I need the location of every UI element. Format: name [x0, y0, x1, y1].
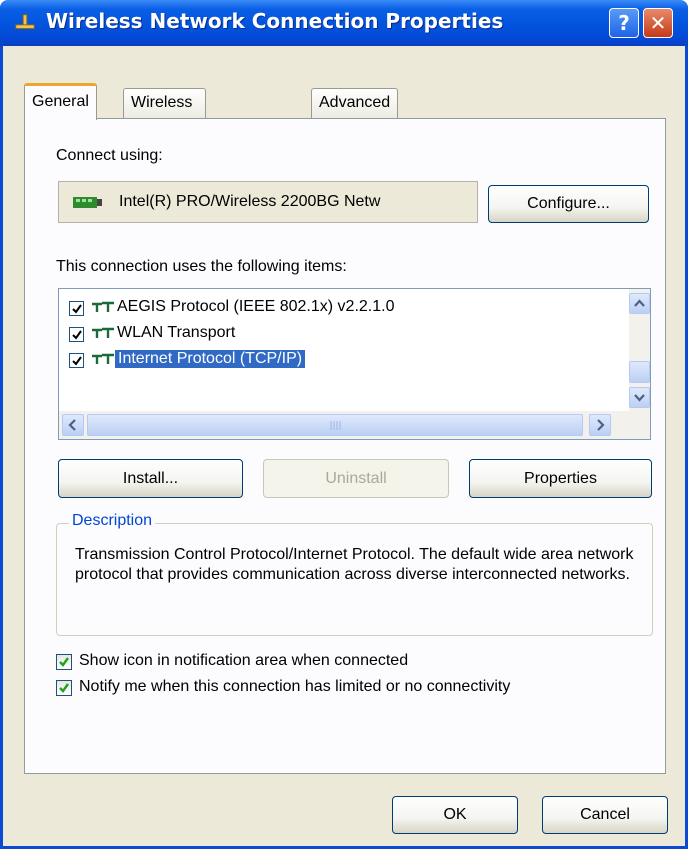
item-checkbox[interactable]	[69, 353, 84, 368]
chevron-down-icon	[634, 394, 645, 402]
configure-button[interactable]: Configure...	[488, 185, 649, 223]
properties-window: Wireless Network Connection Properties ?…	[0, 0, 688, 849]
notify-option[interactable]: Notify me when this connection has limit…	[56, 676, 656, 702]
vertical-scrollbar[interactable]	[629, 289, 650, 411]
item-label: Internet Protocol (TCP/IP)	[115, 350, 306, 368]
chevron-up-icon	[634, 299, 645, 307]
install-button[interactable]: Install...	[58, 459, 243, 498]
item-checkbox[interactable]	[69, 327, 84, 342]
list-item-selected[interactable]: Internet Protocol (TCP/IP)	[59, 348, 619, 374]
item-checkbox[interactable]	[69, 301, 84, 316]
list-item[interactable]: WLAN Transport	[59, 322, 619, 348]
list-item[interactable]: AEGIS Protocol (IEEE 802.1x) v2.2.1.0	[59, 296, 619, 322]
item-label: AEGIS Protocol (IEEE 802.1x) v2.2.1.0	[117, 298, 395, 315]
connect-using-label: Connect using:	[56, 147, 163, 164]
tab-wireless-networks[interactable]: Wireless Networks	[123, 88, 206, 139]
description-group: Description Transmission Control Protoco…	[56, 512, 653, 636]
scroll-right-button[interactable]	[589, 414, 611, 436]
scroll-up-button[interactable]	[629, 293, 650, 314]
horizontal-scrollbar[interactable]	[59, 411, 650, 439]
notify-label: Notify me when this connection has limit…	[79, 678, 511, 695]
cancel-button[interactable]: Cancel	[542, 796, 668, 834]
scroll-thumb-horizontal[interactable]	[87, 414, 583, 436]
window-title: Wireless Network Connection Properties	[46, 9, 504, 33]
description-text: Transmission Control Protocol/Internet P…	[75, 546, 634, 583]
network-protocol-icon	[92, 327, 114, 338]
scroll-down-button[interactable]	[629, 387, 650, 408]
grip-icon	[330, 421, 341, 430]
tab-advanced[interactable]: Advanced	[311, 88, 399, 118]
general-tab-panel: Connect using: Intel(R) PRO/Wireless 220…	[24, 118, 666, 774]
notify-checkbox[interactable]	[56, 680, 72, 696]
items-label: This connection uses the following items…	[56, 258, 347, 275]
items-listbox[interactable]: AEGIS Protocol (IEEE 802.1x) v2.2.1.0 WL…	[58, 288, 651, 440]
show-icon-label: Show icon in notification area when conn…	[79, 652, 409, 669]
title-bar[interactable]: Wireless Network Connection Properties ?…	[0, 0, 688, 46]
network-adapter-icon	[73, 197, 102, 208]
scroll-left-button[interactable]	[62, 414, 84, 436]
item-label: WLAN Transport	[117, 324, 236, 341]
ok-button[interactable]: OK	[392, 796, 518, 834]
network-protocol-icon	[92, 353, 114, 364]
scroll-thumb[interactable]	[629, 361, 650, 383]
close-button[interactable]: ✕	[643, 8, 673, 38]
adapter-name: Intel(R) PRO/Wireless 2200BG Netw	[119, 193, 381, 210]
tab-general[interactable]: General	[24, 83, 97, 120]
properties-button[interactable]: Properties	[469, 459, 652, 498]
show-icon-option[interactable]: Show icon in notification area when conn…	[56, 650, 646, 676]
help-button[interactable]: ?	[609, 8, 639, 38]
checkmark-icon	[59, 657, 69, 667]
checkmark-icon	[59, 683, 69, 693]
chevron-right-icon	[597, 419, 605, 431]
network-connection-icon	[15, 14, 35, 29]
chevron-left-icon	[68, 419, 76, 431]
network-protocol-icon	[92, 301, 114, 312]
show-icon-checkbox[interactable]	[56, 654, 72, 670]
description-title: Description	[69, 512, 156, 530]
uninstall-button[interactable]: Uninstall	[263, 459, 449, 498]
adapter-field: Intel(R) PRO/Wireless 2200BG Netw	[58, 181, 478, 223]
